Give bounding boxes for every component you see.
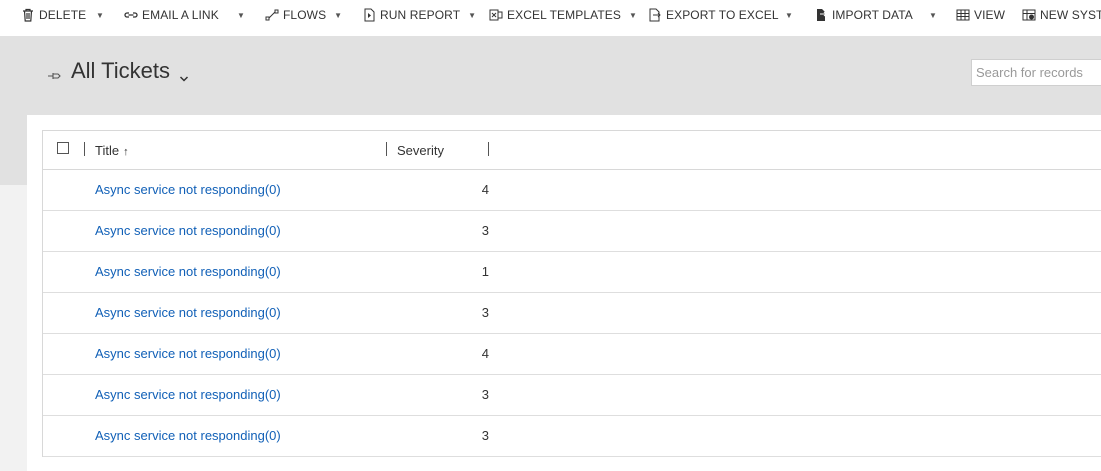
import-split-dropdown[interactable]: ▼ <box>926 0 940 30</box>
ticket-title-link[interactable]: Async service not responding(0) <box>95 387 281 402</box>
severity-value: 3 <box>481 428 489 443</box>
excel-icon <box>489 8 503 22</box>
export-icon <box>648 8 662 22</box>
new-view-icon <box>1022 8 1036 22</box>
delete-split-dropdown[interactable]: ▼ <box>93 0 107 30</box>
table-row[interactable]: Async service not responding(0) 3 <box>43 293 1101 334</box>
table-row[interactable]: Async service not responding(0) 3 <box>43 211 1101 252</box>
left-strip <box>0 115 27 185</box>
excel-templates-button[interactable]: EXCEL TEMPLATES ▼ <box>489 0 637 30</box>
ticket-title-link[interactable]: Async service not responding(0) <box>95 223 281 238</box>
view-button[interactable]: VIEW <box>956 0 1005 30</box>
records-grid: Title ↑ Severity Async service not respon… <box>42 130 1101 457</box>
chevron-down-icon: ▼ <box>95 10 105 20</box>
severity-value: 3 <box>481 305 489 320</box>
ticket-title-link[interactable]: Async service not responding(0) <box>95 182 281 197</box>
delete-label: DELETE <box>39 8 87 22</box>
main-panel: Title ↑ Severity Async service not respon… <box>27 115 1101 471</box>
severity-value: 1 <box>481 264 489 279</box>
severity-value: 3 <box>481 387 489 402</box>
trash-icon <box>21 8 35 22</box>
table-row[interactable]: Async service not responding(0) 4 <box>43 170 1101 211</box>
import-icon <box>814 8 828 22</box>
chevron-down-icon: ▼ <box>784 10 794 20</box>
chevron-down-icon[interactable] <box>179 68 189 82</box>
email-link-label: EMAIL A LINK <box>142 8 219 22</box>
grid-view-icon <box>956 8 970 22</box>
view-header: All Tickets <box>0 36 1101 115</box>
import-data-label: IMPORT DATA <box>832 8 913 22</box>
new-system-label: NEW SYSTE <box>1040 8 1101 22</box>
table-row[interactable]: Async service not responding(0) 1 <box>43 252 1101 293</box>
export-split-dropdown[interactable]: ▼ <box>782 0 796 30</box>
column-header-title[interactable]: Title ↑ <box>95 143 129 158</box>
column-separator[interactable] <box>488 142 489 156</box>
table-row[interactable]: Async service not responding(0) 3 <box>43 416 1101 457</box>
ticket-title-link[interactable]: Async service not responding(0) <box>95 264 281 279</box>
delete-button[interactable]: DELETE <box>21 0 86 30</box>
severity-value: 4 <box>481 182 489 197</box>
chevron-down-icon: ▼ <box>928 10 938 20</box>
email-link-button[interactable]: EMAIL A LINK <box>124 0 219 30</box>
severity-value: 4 <box>481 346 489 361</box>
pin-icon[interactable] <box>47 68 61 82</box>
search-box <box>971 59 1101 86</box>
report-icon <box>362 8 376 22</box>
export-to-excel-label: EXPORT TO EXCEL <box>666 8 779 22</box>
chevron-down-icon: ▼ <box>236 10 246 20</box>
flows-button[interactable]: FLOWS ▼ <box>265 0 342 30</box>
command-bar: DELETE ▼ EMAIL A LINK ▼ FLOWS ▼ RUN REPO… <box>0 0 1101 36</box>
column-title-label: Title <box>95 143 120 158</box>
select-all-checkbox[interactable] <box>57 142 69 154</box>
table-row[interactable]: Async service not responding(0) 4 <box>43 334 1101 375</box>
link-icon <box>124 8 138 22</box>
email-link-split-dropdown[interactable]: ▼ <box>234 0 248 30</box>
table-row[interactable]: Async service not responding(0) 3 <box>43 375 1101 416</box>
flows-label: FLOWS <box>283 8 327 22</box>
new-system-view-button[interactable]: NEW SYSTE <box>1022 0 1101 30</box>
ticket-title-link[interactable]: Async service not responding(0) <box>95 428 281 443</box>
excel-templates-label: EXCEL TEMPLATES <box>507 8 621 22</box>
chevron-down-icon: ▼ <box>334 10 343 20</box>
run-report-button[interactable]: RUN REPORT ▼ <box>362 0 476 30</box>
column-header-severity[interactable]: Severity <box>397 143 444 158</box>
chevron-down-icon: ▼ <box>468 10 477 20</box>
search-input[interactable] <box>972 60 1100 84</box>
flow-icon <box>265 8 279 22</box>
sort-ascending-icon: ↑ <box>123 146 129 158</box>
export-to-excel-button[interactable]: EXPORT TO EXCEL <box>648 0 779 30</box>
column-severity-label: Severity <box>397 143 444 158</box>
ticket-title-link[interactable]: Async service not responding(0) <box>95 346 281 361</box>
view-label: VIEW <box>974 8 1006 22</box>
column-separator[interactable] <box>84 142 85 156</box>
view-title[interactable]: All Tickets <box>71 58 170 84</box>
severity-value: 3 <box>481 223 489 238</box>
grid-header: Title ↑ Severity <box>43 131 1101 170</box>
import-data-button[interactable]: IMPORT DATA <box>814 0 913 30</box>
run-report-label: RUN REPORT <box>380 8 461 22</box>
column-separator[interactable] <box>386 142 387 156</box>
left-strip-lower <box>0 185 27 471</box>
chevron-down-icon: ▼ <box>628 10 638 20</box>
ticket-title-link[interactable]: Async service not responding(0) <box>95 305 281 320</box>
